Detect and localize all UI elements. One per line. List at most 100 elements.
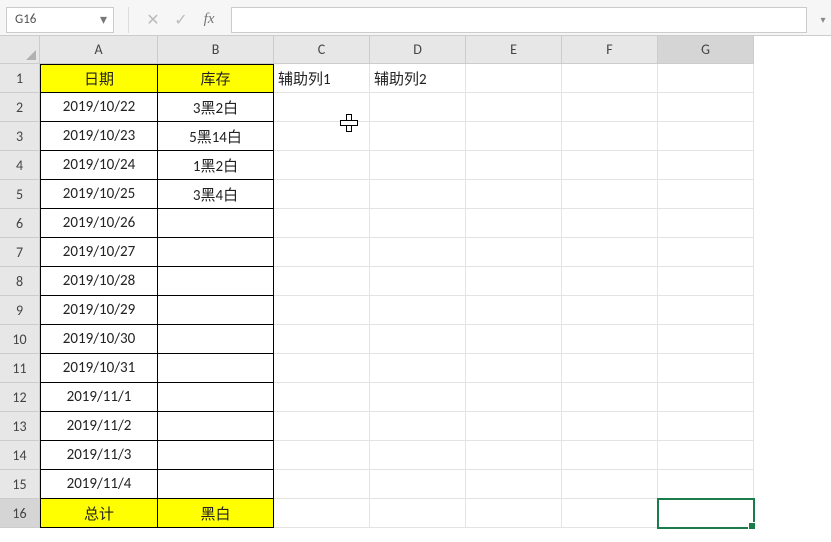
cell-E5[interactable]	[466, 180, 562, 209]
cell-G12[interactable]	[658, 383, 754, 412]
cell-D9[interactable]	[370, 296, 466, 325]
cell-C2[interactable]	[274, 93, 370, 122]
enter-icon[interactable]: ✓	[167, 7, 195, 33]
cell-A13[interactable]: 2019/11/2	[40, 412, 158, 441]
row-header-9[interactable]: 9	[0, 296, 40, 325]
cell-C12[interactable]	[274, 383, 370, 412]
cell-E8[interactable]	[466, 267, 562, 296]
cell-B14[interactable]	[158, 441, 274, 470]
cell-D16[interactable]	[370, 499, 466, 528]
row-header-7[interactable]: 7	[0, 238, 40, 267]
cell-G5[interactable]	[658, 180, 754, 209]
cell-F11[interactable]	[562, 354, 658, 383]
row-header-1[interactable]: 1	[0, 64, 40, 93]
cell-A15[interactable]: 2019/11/4	[40, 470, 158, 499]
cell-C7[interactable]	[274, 238, 370, 267]
cell-G7[interactable]	[658, 238, 754, 267]
cell-B8[interactable]	[158, 267, 274, 296]
cell-B10[interactable]	[158, 325, 274, 354]
cell-B1[interactable]: 库存	[158, 64, 274, 93]
cell-A3[interactable]: 2019/10/23	[40, 122, 158, 151]
cell-F4[interactable]	[562, 151, 658, 180]
cell-B4[interactable]: 1黑2白	[158, 151, 274, 180]
cell-E1[interactable]	[466, 64, 562, 93]
cell-A8[interactable]: 2019/10/28	[40, 267, 158, 296]
row-header-12[interactable]: 12	[0, 383, 40, 412]
cell-C1[interactable]: 辅助列1	[274, 64, 370, 93]
cell-A1[interactable]: 日期	[40, 64, 158, 93]
cell-B15[interactable]	[158, 470, 274, 499]
cell-G15[interactable]	[658, 470, 754, 499]
cell-G2[interactable]	[658, 93, 754, 122]
cell-B2[interactable]: 3黑2白	[158, 93, 274, 122]
cell-F3[interactable]	[562, 122, 658, 151]
cell-G13[interactable]	[658, 412, 754, 441]
col-header-C[interactable]: C	[274, 36, 370, 64]
cell-G4[interactable]	[658, 151, 754, 180]
cell-F12[interactable]	[562, 383, 658, 412]
cell-C14[interactable]	[274, 441, 370, 470]
cell-E2[interactable]	[466, 93, 562, 122]
cell-E15[interactable]	[466, 470, 562, 499]
row-header-4[interactable]: 4	[0, 151, 40, 180]
cell-F15[interactable]	[562, 470, 658, 499]
cell-B3[interactable]: 5黑14白	[158, 122, 274, 151]
cell-F5[interactable]	[562, 180, 658, 209]
cell-A12[interactable]: 2019/11/1	[40, 383, 158, 412]
cell-E3[interactable]	[466, 122, 562, 151]
cell-A14[interactable]: 2019/11/3	[40, 441, 158, 470]
cell-C10[interactable]	[274, 325, 370, 354]
cell-D4[interactable]	[370, 151, 466, 180]
cell-F7[interactable]	[562, 238, 658, 267]
cell-B5[interactable]: 3黑4白	[158, 180, 274, 209]
cell-F2[interactable]	[562, 93, 658, 122]
cell-C15[interactable]	[274, 470, 370, 499]
col-header-A[interactable]: A	[40, 36, 158, 64]
row-header-16[interactable]: 16	[0, 499, 40, 528]
cell-D14[interactable]	[370, 441, 466, 470]
cancel-icon[interactable]: ✕	[139, 7, 167, 33]
row-header-6[interactable]: 6	[0, 209, 40, 238]
cell-B6[interactable]	[158, 209, 274, 238]
cell-B12[interactable]	[158, 383, 274, 412]
cell-D11[interactable]	[370, 354, 466, 383]
col-header-D[interactable]: D	[370, 36, 466, 64]
cell-A10[interactable]: 2019/10/30	[40, 325, 158, 354]
cell-C11[interactable]	[274, 354, 370, 383]
cell-E13[interactable]	[466, 412, 562, 441]
cell-C16[interactable]	[274, 499, 370, 528]
cell-E14[interactable]	[466, 441, 562, 470]
cell-F8[interactable]	[562, 267, 658, 296]
row-header-10[interactable]: 10	[0, 325, 40, 354]
cell-B13[interactable]	[158, 412, 274, 441]
cell-E4[interactable]	[466, 151, 562, 180]
cell-A7[interactable]: 2019/10/27	[40, 238, 158, 267]
cell-A16[interactable]: 总计	[40, 499, 158, 528]
row-header-3[interactable]: 3	[0, 122, 40, 151]
col-header-F[interactable]: F	[562, 36, 658, 64]
cell-F13[interactable]	[562, 412, 658, 441]
cell-E6[interactable]	[466, 209, 562, 238]
cell-G6[interactable]	[658, 209, 754, 238]
cell-C5[interactable]	[274, 180, 370, 209]
col-header-B[interactable]: B	[158, 36, 274, 64]
cell-G9[interactable]	[658, 296, 754, 325]
row-header-5[interactable]: 5	[0, 180, 40, 209]
cell-F1[interactable]	[562, 64, 658, 93]
cell-F14[interactable]	[562, 441, 658, 470]
cell-C8[interactable]	[274, 267, 370, 296]
cell-D2[interactable]	[370, 93, 466, 122]
cell-C13[interactable]	[274, 412, 370, 441]
cell-D8[interactable]	[370, 267, 466, 296]
cell-C4[interactable]	[274, 151, 370, 180]
cell-E12[interactable]	[466, 383, 562, 412]
cell-A9[interactable]: 2019/10/29	[40, 296, 158, 325]
cell-D13[interactable]	[370, 412, 466, 441]
cell-C3[interactable]	[274, 122, 370, 151]
col-header-G[interactable]: G	[658, 36, 754, 64]
name-box[interactable]: G16 ▾	[6, 7, 114, 33]
cell-G8[interactable]	[658, 267, 754, 296]
cell-B11[interactable]	[158, 354, 274, 383]
cell-D5[interactable]	[370, 180, 466, 209]
cell-G14[interactable]	[658, 441, 754, 470]
